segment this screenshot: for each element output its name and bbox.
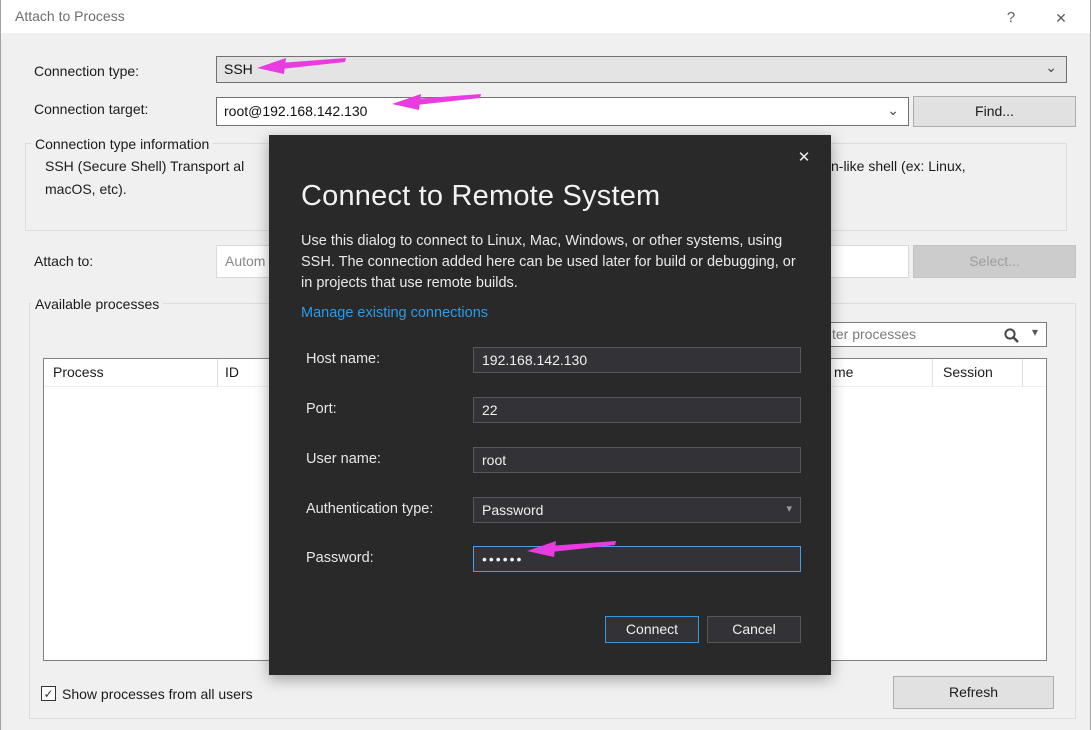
user-name-value: root [482,452,506,468]
dialog-title: Attach to Process [15,8,125,24]
refresh-button[interactable]: Refresh [893,676,1054,709]
host-name-field[interactable]: 192.168.142.130 [473,347,801,373]
show-all-users-checkbox[interactable]: ✓ [41,686,56,701]
column-header-name-partial[interactable]: me [834,364,853,380]
close-icon[interactable]: ✕ [1044,6,1078,30]
info-text-line2: macOS, etc). [45,181,127,197]
port-label: Port: [306,401,337,417]
info-text-line1-left: SSH (Secure Shell) Transport al [45,158,244,174]
port-value: 22 [482,402,498,418]
modal-description: Use this dialog to connect to Linux, Mac… [301,231,809,294]
modal-close-icon[interactable]: ✕ [793,147,815,169]
column-divider [1022,359,1023,386]
dialog-titlebar: Attach to Process ? ✕ [1,0,1090,33]
annotation-arrow-connection-target [392,93,482,111]
authentication-type-value: Password [482,502,543,518]
password-field[interactable]: •••••• [473,546,801,572]
chevron-down-icon: ⌄ [887,102,899,119]
connection-target-label: Connection target: [34,101,148,117]
modal-title: Connect to Remote System [301,180,660,213]
authentication-type-label: Authentication type: [306,501,433,517]
column-divider [932,359,933,386]
column-divider [217,359,218,386]
connection-type-value: SSH [224,61,253,77]
connect-button[interactable]: Connect [605,616,699,643]
user-name-field[interactable]: root [473,447,801,473]
attach-to-process-dialog: Attach to Process ? ✕ Connection type: S… [0,0,1091,730]
connection-target-combobox[interactable]: root@192.168.142.130 ⌄ [216,97,909,126]
host-name-value: 192.168.142.130 [482,352,587,368]
port-field[interactable]: 22 [473,397,801,423]
available-processes-title: Available processes [31,296,163,312]
select-button[interactable]: Select... [913,245,1076,278]
connection-target-value: root@192.168.142.130 [224,103,367,119]
attach-to-label: Attach to: [34,253,93,269]
chevron-down-icon: ⌄ [1045,59,1057,76]
authentication-type-dropdown[interactable]: Password ▾ [473,497,801,523]
column-header-session[interactable]: Session [943,364,993,380]
host-name-label: Host name: [306,351,380,367]
password-value: •••••• [482,551,523,567]
help-icon[interactable]: ? [994,6,1028,30]
annotation-arrow-password [527,539,617,557]
search-options-caret-icon[interactable]: ▾ [1032,325,1038,339]
connection-type-info-title: Connection type information [31,136,213,152]
cancel-button[interactable]: Cancel [707,616,801,643]
column-header-process[interactable]: Process [53,364,104,380]
manage-connections-link[interactable]: Manage existing connections [301,305,488,321]
connection-type-label: Connection type: [34,63,139,79]
check-icon: ✓ [43,687,53,701]
show-all-users-label[interactable]: Show processes from all users [62,686,253,702]
annotation-arrow-connection-type [257,57,347,75]
search-icon[interactable] [1003,327,1020,344]
attach-to-value: Autom [225,253,265,269]
filter-processes-placeholder: ter processes [832,326,916,342]
find-button[interactable]: Find... [913,96,1076,127]
connect-to-remote-system-dialog: ✕ Connect to Remote System Use this dial… [269,135,831,675]
password-label: Password: [306,550,374,566]
user-name-label: User name: [306,451,381,467]
caret-down-icon: ▾ [786,502,792,515]
info-text-line1-right: n-like shell (ex: Linux, [831,158,966,174]
column-header-id[interactable]: ID [225,364,239,380]
